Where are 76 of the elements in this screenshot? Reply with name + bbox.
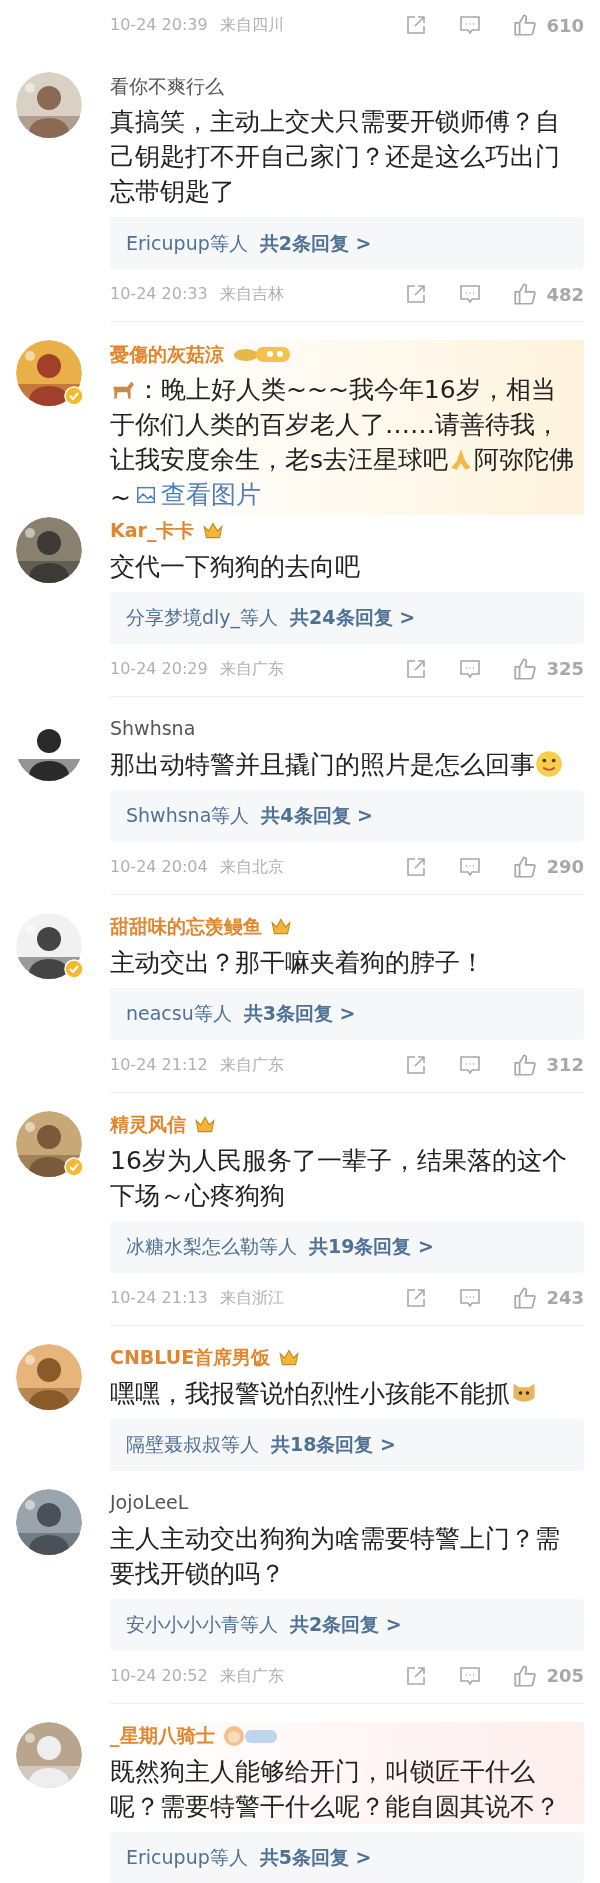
like-icon[interactable] <box>512 1051 539 1078</box>
comment-icon[interactable] <box>458 13 483 37</box>
like-icon[interactable] <box>512 1662 539 1689</box>
like-icon[interactable] <box>512 1284 539 1311</box>
comment-location: 来自浙江 <box>219 1286 284 1309</box>
level-badge-icon <box>222 1724 279 1747</box>
comment-text: 真搞笑，主动上交犬只需要开锁师傅？自己钥匙打不开自己家门？还是这么巧出门忘带钥匙了 <box>110 106 561 208</box>
comment-icon[interactable] <box>458 282 483 306</box>
reply-users: Ericupup等人 <box>126 1845 248 1871</box>
comment-location: 来自吉林 <box>219 283 284 305</box>
comment-text: 主人主动交出狗狗为啥需要特警上门？需要找开锁的吗？ <box>110 1522 561 1590</box>
user-name[interactable]: 看你不爽行么 <box>110 71 224 101</box>
comment-text: 16岁为人民服务了一辈子，结果落的这个下场～心疼狗狗 <box>110 1144 568 1212</box>
reply-users: 分享梦境dly_等人 <box>126 605 279 631</box>
like-icon[interactable] <box>512 655 539 682</box>
comment-text: 那出动特警并且撬门的照片是怎么回事 <box>110 746 584 782</box>
like-count: 243 <box>546 1286 584 1310</box>
reply-count: 共5条回复 > <box>259 1845 372 1871</box>
smiley-icon <box>535 749 563 778</box>
replies-panel[interactable]: 分享梦境dly_等人 共24条回复 > <box>110 591 584 644</box>
comment-text: 交代一下狗狗的去向吧 <box>110 550 361 583</box>
replies-panel[interactable]: 冰糖水梨怎么勒等人 共19条回复 > <box>110 1220 584 1273</box>
comment-text: ：晚上好人类~~~我今年16岁，相当于你们人类的百岁老人了……请善待我，让我安度余生，老s去汪星球吧 阿弥陀佛~ 查看图片 <box>110 374 576 514</box>
replies-panel[interactable]: 隔壁聂叔叔等人 共18条回复 > <box>110 1418 584 1471</box>
reply-users: 冰糖水梨怎么勒等人 <box>126 1234 297 1260</box>
replies-panel[interactable]: 安小小小小青等人 共2条回复 > <box>110 1598 584 1651</box>
comment-location: 来自北京 <box>219 855 284 878</box>
like-count: 290 <box>546 855 584 879</box>
reply-count: 共18条回复 > <box>271 1432 396 1458</box>
view-image-link[interactable]: 查看图片 <box>134 477 261 512</box>
comment-location: 来自广东 <box>219 657 284 680</box>
reply-count: 共4条回复 > <box>261 803 374 829</box>
comment-time: 10-24 21:13 <box>110 1286 208 1309</box>
replies-panel[interactable]: Ericupup等人 共5条回复 > <box>110 1831 584 1883</box>
replies-panel[interactable]: Ericupup等人 共2条回复 > <box>110 217 584 269</box>
like-count: 610 <box>546 13 584 38</box>
comment-location: 来自广东 <box>219 1053 284 1076</box>
comment-time: 10-24 20:52 <box>110 1664 208 1687</box>
like-icon[interactable] <box>512 12 539 38</box>
reply-count: 共24条回复 > <box>290 605 416 631</box>
user-name[interactable]: 甜甜味的忘羡鳗鱼 <box>110 912 262 941</box>
user-name[interactable]: JojoLeeL <box>110 1488 189 1517</box>
like-count: 205 <box>546 1664 584 1688</box>
user-name[interactable]: CNBLUE首席男饭 <box>110 1343 271 1372</box>
like-count: 482 <box>546 282 584 307</box>
user-name[interactable]: 精灵风信 <box>110 1110 186 1139</box>
like-icon[interactable] <box>512 853 539 880</box>
comment-time: 10-24 20:04 <box>110 855 208 878</box>
user-name[interactable]: 憂傷的灰菇涼 <box>110 339 224 369</box>
reply-users: 安小小小小青等人 <box>126 1612 278 1638</box>
user-name[interactable]: Shwhsna <box>110 714 196 743</box>
reply-count: 共2条回复 > <box>290 1612 402 1638</box>
comment-time: 10-24 20:39 <box>110 14 208 36</box>
replies-panel[interactable]: neacsu等人 共3条回复 > <box>110 987 584 1040</box>
like-icon[interactable] <box>512 281 539 307</box>
comment-location: 来自四川 <box>219 14 284 36</box>
reply-users: Ericupup等人 <box>126 230 248 256</box>
comment-time: 10-24 20:33 <box>110 283 208 305</box>
reply-users: 隔壁聂叔叔等人 <box>126 1432 259 1458</box>
like-count: 312 <box>546 1053 584 1077</box>
user-name[interactable]: _星期八骑士 <box>110 1721 215 1750</box>
reply-count: 共19条回复 > <box>309 1234 434 1260</box>
reply-count: 共2条回复 > <box>259 230 372 256</box>
comment-text: 既然狗主人能够给开门，叫锁匠干什么呢？需要特警干什么呢？能自圆其说不？ <box>110 1755 561 1823</box>
reply-users: neacsu等人 <box>126 1001 232 1027</box>
reply-users: Shwhsna等人 <box>126 803 250 829</box>
comment-time: 10-24 21:12 <box>110 1053 208 1076</box>
comment-time: 10-24 20:29 <box>110 657 208 680</box>
like-count: 325 <box>546 657 584 681</box>
comment-text: 嘿嘿，我报警说怕烈性小孩能不能抓 <box>110 1375 584 1411</box>
reply-count: 共3条回复 > <box>243 1001 356 1027</box>
user-name[interactable]: Kar_卡卡 <box>110 516 195 545</box>
comment-text: 主动交出？那干嘛夹着狗的脖子！ <box>110 946 486 979</box>
replies-panel[interactable]: Shwhsna等人 共4条回复 > <box>110 789 584 842</box>
lizard-badge-icon <box>232 344 292 364</box>
comment-location: 来自广东 <box>219 1664 284 1687</box>
